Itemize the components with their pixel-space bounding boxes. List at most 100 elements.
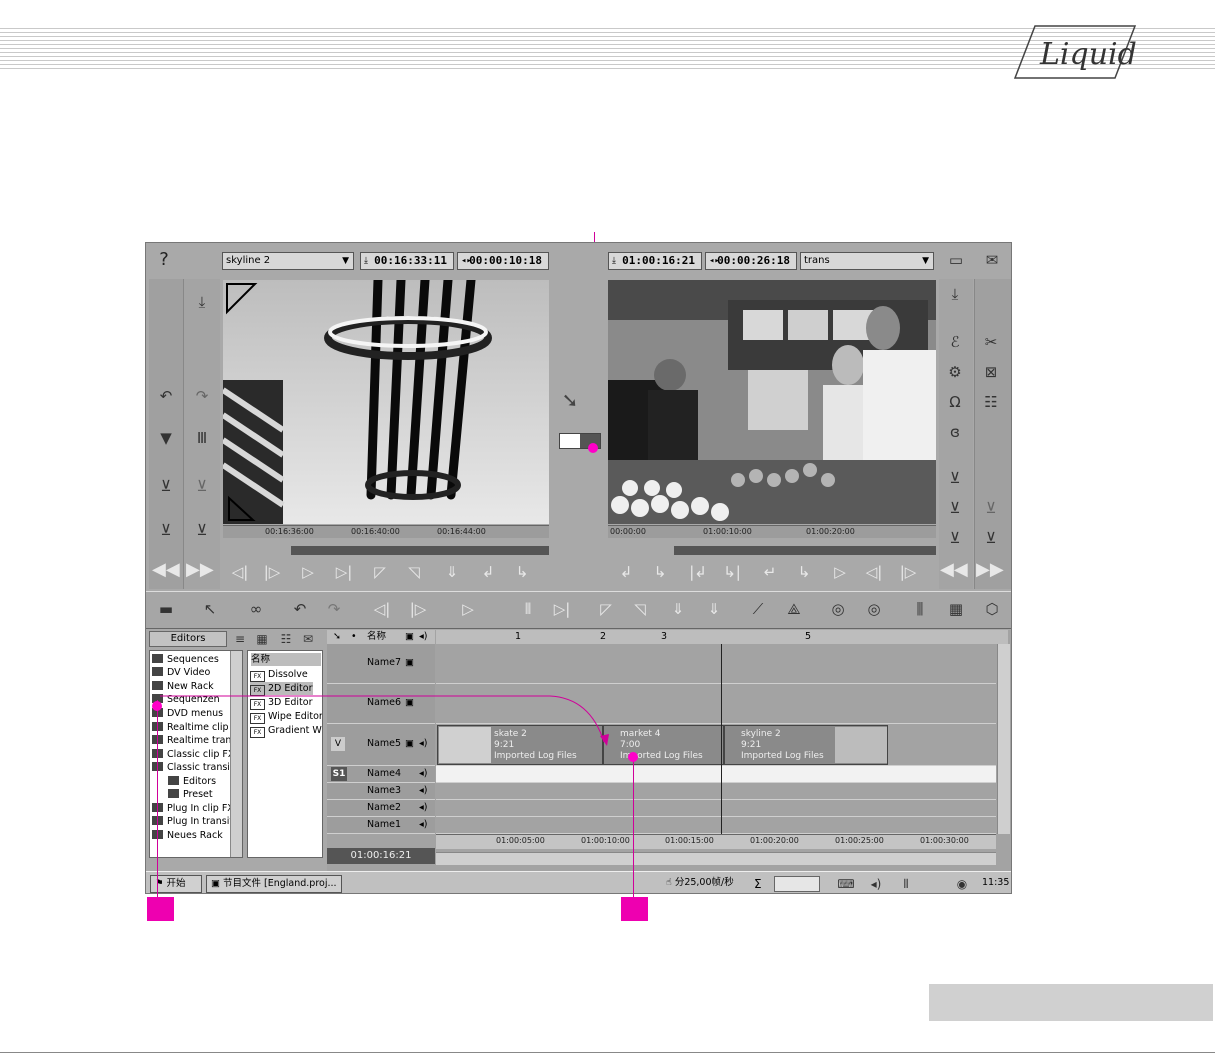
play-icon[interactable]: ▷ <box>296 563 320 581</box>
right-duration[interactable]: ◂▸ 00:00:26:18 <box>705 252 797 270</box>
overwrite-icon[interactable]: ⊻ <box>154 521 178 539</box>
timeline-vscrollbar[interactable] <box>997 644 1010 834</box>
clear-out-icon[interactable]: ⇓ <box>702 600 726 618</box>
volume-icon[interactable]: ◂) <box>864 875 888 893</box>
source-ruler[interactable]: 00:16:36:00 00:16:40:00 00:16:44:00 <box>223 525 549 538</box>
grid-view-icon[interactable]: ▦ <box>250 630 274 648</box>
pointer-icon[interactable]: ↖ <box>198 600 222 618</box>
timeline-current-timecode[interactable]: 01:00:16:21 <box>327 848 435 864</box>
link-icon[interactable]: ɞ <box>943 423 967 441</box>
eye-icon[interactable]: ◉ <box>950 875 974 893</box>
monitor-icon[interactable]: ▣ <box>405 657 414 668</box>
transfer-arrow-icon[interactable]: ➘ <box>558 390 582 410</box>
add-track-icon[interactable]: ▭ <box>944 251 968 269</box>
properties-icon[interactable]: ✉ <box>296 630 320 648</box>
track-header[interactable]: S1 Name4 ◂) <box>327 766 435 783</box>
sum-field[interactable] <box>774 876 820 892</box>
rewind-icon[interactable]: ◀◀ <box>940 561 968 579</box>
play-icon[interactable]: ▷ <box>456 600 480 618</box>
fast-forward-icon[interactable]: ▶▶ <box>186 561 214 579</box>
list-item[interactable]: FX Dissolve <box>250 668 308 682</box>
mark-out-point-icon[interactable]: ◹ <box>628 600 652 618</box>
step-forward-icon[interactable]: |▷ <box>896 563 920 581</box>
go-to-out-icon[interactable]: ↳ <box>510 563 534 581</box>
list-item[interactable]: DV Video <box>152 666 210 679</box>
rack-scrollbar[interactable] <box>230 651 242 857</box>
cube-icon[interactable]: ⬡ <box>980 600 1004 618</box>
cut-icon[interactable]: ✂ <box>979 333 1003 351</box>
mixer-icon[interactable]: ⫼ <box>908 600 932 618</box>
track-header[interactable]: Name3 ◂) <box>327 783 435 800</box>
replace-icon[interactable]: ⊻ <box>979 529 1003 547</box>
source-viewer[interactable] <box>223 280 549 524</box>
rack-tab[interactable]: Editors <box>149 631 227 647</box>
dvd-icon[interactable]: ◎ <box>826 600 850 618</box>
clear-in-icon[interactable]: ⇓ <box>666 600 690 618</box>
close-viewer-icon[interactable]: ✉ <box>980 251 1004 269</box>
folder-icon[interactable]: ▬ <box>154 600 178 618</box>
help-icon[interactable]: ? <box>152 251 176 269</box>
undo-icon[interactable]: ↶ <box>288 600 312 618</box>
replace-icon[interactable]: ⊻ <box>190 521 214 539</box>
timeline-clip[interactable]: market 4 7:00 Imported Log Files <box>603 725 724 765</box>
settings-icon[interactable]: ⚙ <box>943 363 967 381</box>
timeline-ruler[interactable]: 01:00:05:00 01:00:10:00 01:00:15:00 01:0… <box>436 834 996 849</box>
playhead[interactable] <box>721 644 722 834</box>
rack-tree[interactable]: Sequences DV Video New Rack Sequenzen DV… <box>149 650 243 858</box>
editor-list[interactable]: 名称 FX Dissolve FX 2D Editor FX 3D Editor FX… <box>247 650 323 858</box>
list-view-icon[interactable]: ☷ <box>274 630 298 648</box>
left-timecode-in[interactable]: ⤓ 00:16:33:11 <box>360 252 454 270</box>
undo-icon[interactable]: ↶ <box>154 387 178 405</box>
dvd-burn-icon[interactable]: ◎ <box>862 600 886 618</box>
trim-right-icon[interactable]: ↳ <box>792 563 816 581</box>
speaker-icon[interactable]: ◂) <box>419 802 427 813</box>
right-timecode-in[interactable]: ⤓ 01:00:16:21 <box>608 252 702 270</box>
step-back-icon[interactable]: ◁| <box>862 563 886 581</box>
mark-in-point-icon[interactable]: ◸ <box>368 563 392 581</box>
extract-icon[interactable]: ⊻ <box>979 499 1003 517</box>
effects-icon[interactable]: ℰ <box>943 333 967 351</box>
insert-icon[interactable]: ⊻ <box>943 469 967 487</box>
track-s1-badge[interactable]: S1 <box>331 767 347 781</box>
left-duration[interactable]: ◂▸ 00:00:10:18 <box>457 252 549 270</box>
trim-icon[interactable]: ⫴ <box>516 600 540 618</box>
list-item[interactable]: Plug In clip FX <box>152 802 234 815</box>
keyboard-icon[interactable]: ⌨ <box>834 875 858 893</box>
master-scrub-bar[interactable] <box>674 546 936 555</box>
timeline-hscrollbar[interactable] <box>436 852 996 865</box>
redo-icon[interactable]: ↷ <box>322 600 346 618</box>
rewind-icon[interactable]: ◀◀ <box>152 561 180 579</box>
preset-select[interactable]: trans ▼ <box>800 252 934 270</box>
link-clips-icon[interactable]: ∞ <box>244 600 268 618</box>
track-lane[interactable] <box>436 644 996 684</box>
taskbar-item[interactable]: ▣ 节目文件 [England.proj... <box>206 875 342 893</box>
source-scrub-bar[interactable] <box>291 546 549 555</box>
master-ruler[interactable]: 00:00:00 01:00:10:00 01:00:20:00 <box>608 525 936 538</box>
list-item[interactable]: Sequences <box>152 653 219 666</box>
go-to-in-icon[interactable]: ↲ <box>476 563 500 581</box>
go-to-in-icon[interactable]: ↲ <box>614 563 638 581</box>
timeline-clip[interactable]: skyline 2 9:21 Imported Log Files <box>724 725 888 765</box>
go-to-out-icon[interactable]: ↳ <box>648 563 672 581</box>
go-to-end-icon[interactable]: ▷| <box>332 563 356 581</box>
track-lane[interactable] <box>436 783 996 800</box>
list-icon[interactable]: ☷ <box>979 393 1003 411</box>
razor-icon[interactable]: ⟋ <box>746 600 770 618</box>
track-header[interactable]: Name2 ◂) <box>327 800 435 817</box>
audio-lane[interactable] <box>436 766 996 783</box>
lift-icon[interactable]: ⊻ <box>154 477 178 495</box>
grid-icon[interactable]: ▦ <box>944 600 968 618</box>
marker-bar[interactable]: 1 2 3 5 <box>436 630 1008 644</box>
network-icon[interactable]: ⫴ <box>894 875 918 893</box>
step-back-icon[interactable]: ◁| <box>370 600 394 618</box>
step-forward-icon[interactable]: |▷ <box>260 563 284 581</box>
step-back-icon[interactable]: ◁| <box>228 563 252 581</box>
track-header[interactable]: Name1 ◂) <box>327 817 435 834</box>
go-to-end-icon[interactable]: ▷| <box>550 600 574 618</box>
track-header[interactable]: Name7 ▣ <box>327 644 435 684</box>
rack-view-icon[interactable]: ≡ <box>228 630 252 648</box>
list-item[interactable]: Editors <box>168 775 216 788</box>
audio-icon[interactable]: Ω <box>943 393 967 411</box>
track-lane[interactable] <box>436 817 996 834</box>
close-icon[interactable]: ⊠ <box>979 363 1003 381</box>
